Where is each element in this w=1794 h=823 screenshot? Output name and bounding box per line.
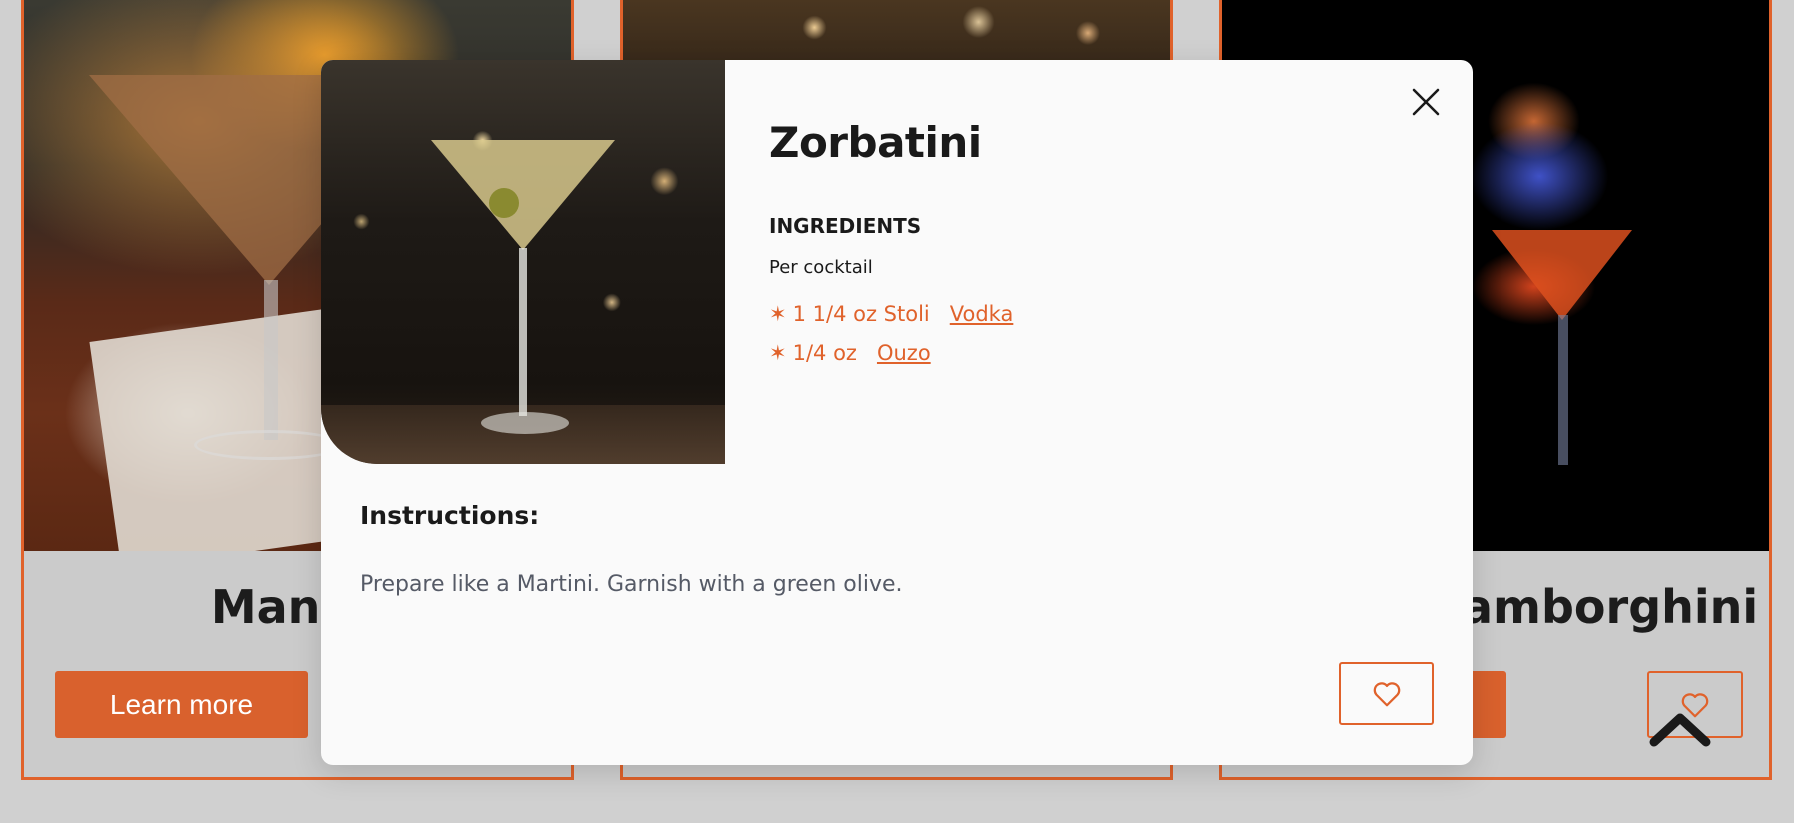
cocktail-detail-modal: Zorbatini INGREDIENTS Per cocktail ✶ 1 1… bbox=[321, 60, 1473, 765]
cocktail-title: Zorbatini bbox=[769, 118, 982, 167]
per-cocktail-label: Per cocktail bbox=[769, 257, 873, 278]
favorite-button[interactable] bbox=[1339, 662, 1434, 725]
ingredient-item: ✶ 1 1/4 oz Stoli Vodka bbox=[769, 294, 1013, 333]
card-title: amborghini bbox=[1462, 580, 1759, 634]
cocktail-photo bbox=[321, 60, 725, 464]
close-button[interactable] bbox=[1409, 85, 1443, 119]
close-icon bbox=[1412, 88, 1440, 116]
learn-more-button[interactable]: Learn more bbox=[55, 671, 308, 738]
ingredient-link-vodka[interactable]: Vodka bbox=[950, 302, 1014, 326]
ingredients-list: ✶ 1 1/4 oz Stoli Vodka ✶ 1/4 oz Ouzo bbox=[769, 294, 1013, 372]
star-bullet-icon: ✶ bbox=[769, 301, 787, 326]
scroll-to-top-button[interactable] bbox=[1648, 706, 1712, 750]
ingredient-link-ouzo[interactable]: Ouzo bbox=[877, 341, 931, 365]
chevron-up-icon bbox=[1649, 713, 1711, 747]
instructions-text: Prepare like a Martini. Garnish with a g… bbox=[360, 572, 903, 597]
instructions-heading: Instructions: bbox=[360, 501, 540, 530]
ingredient-item: ✶ 1/4 oz Ouzo bbox=[769, 333, 1013, 372]
heart-icon bbox=[1373, 681, 1400, 706]
ingredients-heading: INGREDIENTS bbox=[769, 214, 922, 238]
star-bullet-icon: ✶ bbox=[769, 340, 787, 365]
ingredient-amount: 1 1/4 oz Stoli bbox=[792, 301, 930, 326]
ingredient-amount: 1/4 oz bbox=[792, 340, 857, 365]
